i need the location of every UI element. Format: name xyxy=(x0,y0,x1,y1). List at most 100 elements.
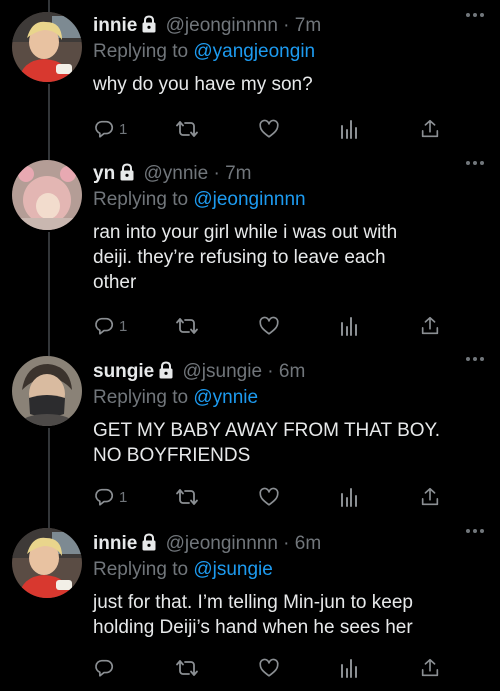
timestamp[interactable]: 7m xyxy=(295,15,321,36)
tweet-text: GET MY BABY AWAY FROM THAT BOY. NO BOYFR… xyxy=(93,418,488,468)
share-button[interactable] xyxy=(419,117,441,141)
tweet-text-line: just for that. I’m telling Min-jun to ke… xyxy=(93,592,413,613)
reply-context: Replying to @jsungie xyxy=(93,558,488,582)
separator: · xyxy=(213,163,220,184)
views-icon xyxy=(339,657,359,679)
action-bar: 1 xyxy=(93,117,443,141)
tweet-text-line: ran into your girl while i was out with xyxy=(93,222,398,243)
share-icon xyxy=(419,118,441,140)
lock-icon xyxy=(140,15,158,40)
reply-mention-link[interactable]: @jeonginnnn xyxy=(193,189,305,210)
share-button[interactable] xyxy=(419,485,441,509)
reply-icon xyxy=(93,657,115,679)
like-button[interactable] xyxy=(258,314,280,338)
share-icon xyxy=(419,315,441,337)
separator: · xyxy=(283,533,290,554)
lock-icon xyxy=(118,163,136,188)
like-button[interactable] xyxy=(258,656,280,680)
reply-mention-link[interactable]: @jsungie xyxy=(193,559,273,580)
tweet-text-line: holding Deiji’s hand when he sees her xyxy=(93,617,413,638)
tweet[interactable]: yn @ynnie · 7m Replying to @jeonginnnn r… xyxy=(0,148,500,353)
handle[interactable]: @jsungie xyxy=(183,361,263,382)
action-bar: 1 xyxy=(93,314,443,338)
reply-icon xyxy=(93,315,115,337)
tweet-text-line: why do you have my son? xyxy=(93,74,313,95)
more-icon[interactable] xyxy=(464,350,486,361)
reply-count: 1 xyxy=(119,317,128,335)
more-icon[interactable] xyxy=(464,154,486,165)
tweet-text: why do you have my son? xyxy=(93,72,488,97)
like-icon xyxy=(258,315,280,337)
display-name[interactable]: innie xyxy=(93,533,137,554)
share-icon xyxy=(419,486,441,508)
share-icon xyxy=(419,657,441,679)
reply-icon xyxy=(93,486,115,508)
avatar[interactable] xyxy=(12,528,82,598)
display-name[interactable]: sungie xyxy=(93,361,154,382)
reply-prefix: Replying to xyxy=(93,189,189,210)
views-button[interactable] xyxy=(339,656,359,680)
timestamp[interactable]: 6m xyxy=(295,533,321,554)
tweet[interactable]: sungie @jsungie · 6m Replying to @ynnie … xyxy=(0,344,500,524)
timestamp[interactable]: 6m xyxy=(279,361,305,382)
like-icon xyxy=(258,118,280,140)
reply-button[interactable]: 1 xyxy=(93,314,127,338)
views-button[interactable] xyxy=(339,485,359,509)
reply-prefix: Replying to xyxy=(93,387,189,408)
avatar[interactable] xyxy=(12,160,82,230)
tweet[interactable]: innie @jeonginnnn · 7m Replying to @yang… xyxy=(0,0,500,155)
tweet[interactable]: innie @jeonginnnn · 6m Replying to @jsun… xyxy=(0,516,500,691)
retweet-button[interactable] xyxy=(175,117,199,141)
avatar[interactable] xyxy=(12,12,82,82)
like-icon xyxy=(258,657,280,679)
reply-button[interactable]: 1 xyxy=(93,117,127,141)
views-icon xyxy=(339,486,359,508)
separator: · xyxy=(283,15,290,36)
like-icon xyxy=(258,486,280,508)
handle[interactable]: @jeonginnnn xyxy=(166,533,278,554)
share-button[interactable] xyxy=(419,656,441,680)
more-icon[interactable] xyxy=(464,6,486,17)
reply-prefix: Replying to xyxy=(93,559,189,580)
action-bar xyxy=(93,656,443,680)
views-button[interactable] xyxy=(339,314,359,338)
retweet-icon xyxy=(175,486,199,508)
reply-button[interactable] xyxy=(93,656,119,680)
views-icon xyxy=(339,315,359,337)
retweet-icon xyxy=(175,657,199,679)
reply-context: Replying to @ynnie xyxy=(93,386,488,410)
like-button[interactable] xyxy=(258,117,280,141)
tweet-text-line: other xyxy=(93,272,137,293)
timestamp[interactable]: 7m xyxy=(225,163,251,184)
lock-icon xyxy=(140,533,158,558)
views-button[interactable] xyxy=(339,117,359,141)
reply-button[interactable]: 1 xyxy=(93,485,127,509)
retweet-button[interactable] xyxy=(175,314,199,338)
retweet-icon xyxy=(175,118,199,140)
display-name[interactable]: yn xyxy=(93,163,115,184)
like-button[interactable] xyxy=(258,485,280,509)
views-icon xyxy=(339,118,359,140)
retweet-button[interactable] xyxy=(175,485,199,509)
handle[interactable]: @jeonginnnn xyxy=(166,15,278,36)
reply-count: 1 xyxy=(119,488,128,506)
tweet-text-line: NO BOYFRIENDS xyxy=(93,445,251,466)
retweet-icon xyxy=(175,315,199,337)
reply-icon xyxy=(93,118,115,140)
handle[interactable]: @ynnie xyxy=(143,163,208,184)
reply-mention-link[interactable]: @ynnie xyxy=(193,387,258,408)
tweet-text: just for that. I’m telling Min-jun to ke… xyxy=(93,590,488,640)
avatar[interactable] xyxy=(12,356,82,426)
tweet-text-line: GET MY BABY AWAY FROM THAT BOY. xyxy=(93,420,441,441)
reply-count: 1 xyxy=(119,120,128,138)
more-icon[interactable] xyxy=(464,522,486,533)
reply-mention-link[interactable]: @yangjeongin xyxy=(193,41,315,62)
reply-context: Replying to @yangjeongin xyxy=(93,40,488,64)
separator: · xyxy=(267,361,274,382)
retweet-button[interactable] xyxy=(175,656,199,680)
tweet-text-line: deiji. they’re refusing to leave each xyxy=(93,247,386,268)
lock-icon xyxy=(157,361,175,386)
share-button[interactable] xyxy=(419,314,441,338)
display-name[interactable]: innie xyxy=(93,15,137,36)
tweet-text: ran into your girl while i was out with … xyxy=(93,220,488,295)
